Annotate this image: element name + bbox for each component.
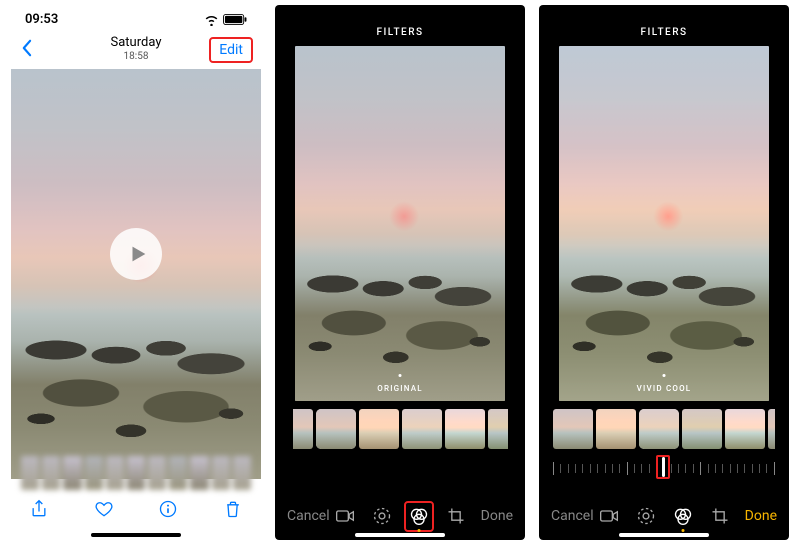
editor-header: FILTERS	[275, 5, 525, 46]
filter-indicator-dot	[663, 374, 666, 377]
play-button[interactable]	[110, 228, 162, 280]
nav-title: Saturday 18:58	[111, 35, 162, 63]
editor-header: FILTERS	[539, 5, 789, 46]
share-icon[interactable]	[29, 499, 49, 519]
filter-thumb[interactable]	[596, 409, 636, 449]
cancel-button[interactable]: Cancel	[551, 508, 599, 524]
selected-filter-label: ORIGINAL	[377, 384, 423, 393]
selected-filter-label: VIVID COOL	[637, 384, 692, 393]
filters-icon[interactable]	[409, 506, 429, 526]
filter-thumb-selected[interactable]	[639, 409, 679, 449]
red-highlight	[404, 501, 434, 532]
filter-thumb[interactable]	[359, 409, 399, 449]
adjust-icon[interactable]	[372, 506, 392, 526]
editor-toolbar: Cancel Done	[539, 506, 789, 526]
heart-icon[interactable]	[94, 499, 114, 519]
intensity-slider[interactable]	[553, 455, 775, 481]
filter-thumb[interactable]	[553, 409, 593, 449]
filter-thumb[interactable]	[445, 409, 485, 449]
red-highlight	[656, 455, 670, 479]
filter-thumb[interactable]	[402, 409, 442, 449]
filter-indicator-dot	[399, 374, 402, 377]
filters-icon[interactable]	[673, 506, 693, 526]
crop-icon[interactable]	[710, 506, 730, 526]
back-button[interactable]	[21, 35, 32, 63]
editor-toolbar: Cancel Done	[275, 506, 525, 526]
editor-screen-vivid-cool: FILTERS VIVID COOL Cancel	[539, 5, 789, 540]
nav-title-day: Saturday	[111, 35, 162, 51]
video-icon[interactable]	[599, 506, 619, 526]
editor-preview[interactable]: ORIGINAL	[295, 46, 505, 401]
video-preview[interactable]	[11, 69, 261, 479]
nav-bar: Saturday 18:58 Edit	[11, 29, 261, 69]
filter-thumbnails[interactable]	[553, 409, 775, 451]
cancel-button[interactable]: Cancel	[287, 508, 335, 524]
filter-thumb[interactable]	[725, 409, 765, 449]
status-bar: 09:53	[11, 5, 261, 29]
photos-viewer-screen: 09:53 Saturday 18:58 Edit CINEMATIC	[11, 5, 261, 540]
status-time: 09:53	[25, 12, 58, 27]
editor-preview[interactable]: VIVID COOL	[559, 46, 769, 401]
selected-dot	[681, 529, 684, 532]
trash-icon[interactable]	[223, 499, 243, 519]
nav-title-time: 18:58	[111, 51, 162, 63]
home-indicator[interactable]	[91, 533, 181, 537]
filter-thumbnails[interactable]	[289, 409, 511, 451]
info-icon[interactable]	[158, 499, 178, 519]
done-button[interactable]: Done	[466, 508, 514, 524]
filter-thumb-original[interactable]	[316, 409, 356, 449]
filter-thumb[interactable]	[682, 409, 722, 449]
crop-icon[interactable]	[446, 506, 466, 526]
editor-screen-original: FILTERS ORIGINAL Cancel Done	[275, 5, 525, 540]
wifi-icon	[204, 14, 219, 26]
edit-button[interactable]: Edit	[209, 37, 253, 63]
video-icon[interactable]	[335, 506, 355, 526]
adjust-icon[interactable]	[636, 506, 656, 526]
battery-icon	[223, 14, 247, 25]
selected-dot	[417, 529, 420, 532]
home-indicator[interactable]	[619, 533, 709, 537]
home-indicator[interactable]	[355, 533, 445, 537]
thumbnail-strip[interactable]	[11, 456, 261, 490]
done-button[interactable]: Done	[730, 508, 778, 524]
